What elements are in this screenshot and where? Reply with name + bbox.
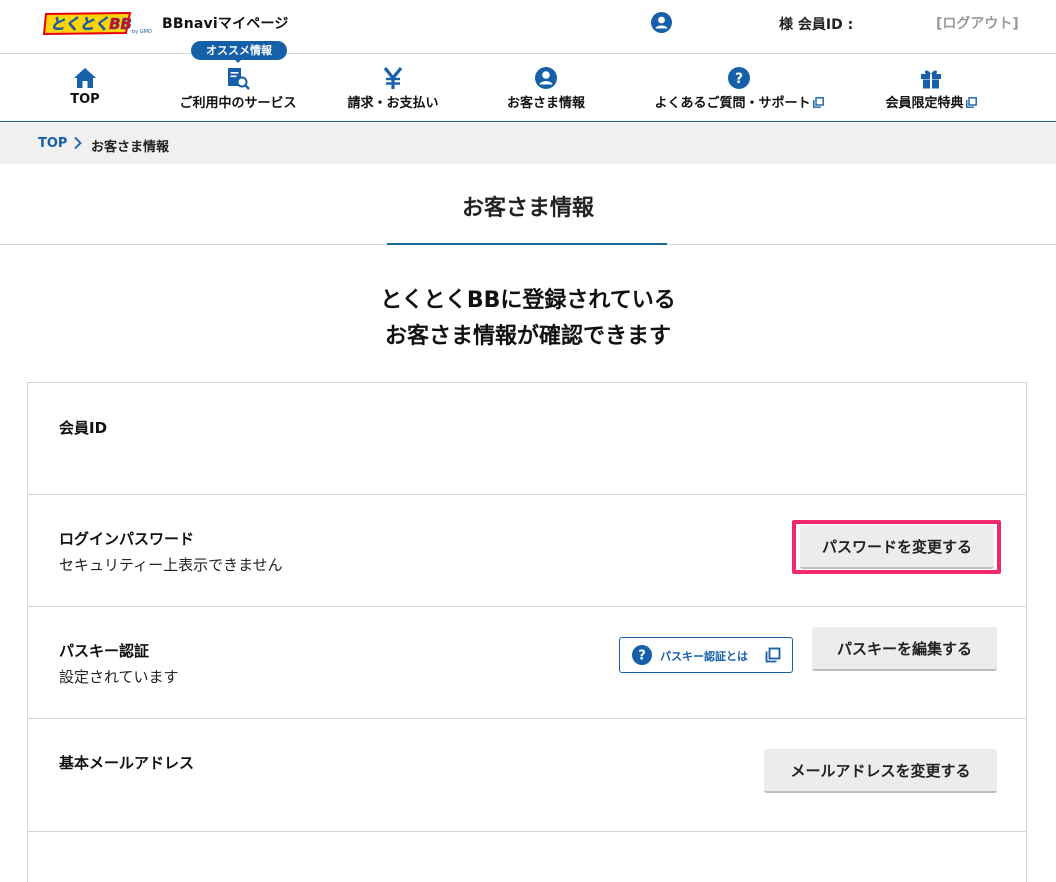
logo-sub: by GMO bbox=[132, 29, 152, 35]
question-icon: ? bbox=[632, 645, 652, 665]
passkey-help-link[interactable]: ? パスキー認証とは bbox=[619, 637, 793, 673]
question-icon: ? bbox=[727, 66, 751, 90]
tokutoku-bb-logo[interactable]: とくとくBB by GMO bbox=[42, 10, 158, 36]
passkey-label: パスキー認証 bbox=[59, 642, 150, 660]
nav-item-top[interactable]: TOP bbox=[55, 54, 115, 122]
nav-label-member-benefits: 会員限定特典 bbox=[885, 96, 964, 111]
nav-item-member-benefits[interactable]: 会員限定特典 bbox=[875, 54, 987, 122]
breadcrumb-current: お客さま情報 bbox=[91, 140, 170, 155]
site-header: とくとくBB by GMO BBnaviマイページ 様 会員ID : [ログアウ… bbox=[0, 0, 1056, 54]
member-id-label: 様 会員ID : bbox=[779, 17, 854, 33]
nav-item-billing[interactable]: 請求・お支払い bbox=[335, 54, 451, 122]
nav-item-services[interactable]: ご利用中のサービス bbox=[165, 54, 311, 122]
yen-icon bbox=[381, 66, 405, 90]
member-id-label: 会員ID bbox=[59, 419, 108, 437]
user-icon bbox=[534, 66, 558, 90]
nav-label-top: TOP bbox=[70, 92, 100, 107]
nav-label-faq-support: よくあるご質問・サポート bbox=[654, 96, 811, 111]
email-label: 基本メールアドレス bbox=[59, 754, 195, 772]
nav-label-faq-wrap: よくあるご質問・サポート bbox=[640, 92, 838, 111]
external-link-icon bbox=[965, 97, 977, 108]
customer-info-panel: 会員ID ログインパスワード セキュリティー上表示できません パスキー認証 設定… bbox=[27, 382, 1027, 882]
change-password-button[interactable]: パスワードを変更する bbox=[800, 525, 994, 569]
breadcrumb-top-link[interactable]: TOP bbox=[38, 136, 67, 151]
svg-text:?: ? bbox=[735, 71, 743, 87]
lead-text-line1: とくとくBBに登録されている bbox=[380, 288, 676, 313]
passkey-value: 設定されています bbox=[59, 668, 179, 686]
nav-item-customer-info[interactable]: お客さま情報 bbox=[490, 54, 602, 122]
logo-wordmark: とくとくBB bbox=[50, 15, 132, 33]
breadcrumb: TOP お客さま情報 bbox=[0, 123, 1056, 164]
svg-text:?: ? bbox=[638, 649, 646, 664]
logout-link[interactable]: [ログアウト] bbox=[936, 13, 1019, 33]
user-icon bbox=[651, 12, 672, 33]
gift-icon bbox=[919, 66, 943, 90]
lead-text-line2: お客さま情報が確認できます bbox=[384, 324, 671, 349]
badge-pointer bbox=[233, 58, 243, 63]
page-title: お客さま情報 bbox=[461, 196, 594, 221]
nav-label-billing: 請求・お支払い bbox=[347, 96, 439, 111]
change-email-button[interactable]: メールアドレスを変更する bbox=[764, 749, 997, 793]
global-nav: TOP ご利用中のサービス 請求・お支払い お客さま情報 ? よくあるご質問・サ… bbox=[0, 54, 1056, 122]
external-link-icon bbox=[812, 97, 824, 108]
nav-label-services: ご利用中のサービス bbox=[179, 96, 297, 111]
passkey-help-text: パスキー認証とは bbox=[660, 650, 748, 663]
external-link-icon bbox=[765, 647, 781, 663]
nav-item-faq-support[interactable]: ? よくあるご質問・サポート bbox=[640, 54, 838, 122]
chevron-right-icon bbox=[74, 136, 82, 150]
nav-label-customer-info: お客さま情報 bbox=[506, 96, 585, 111]
nav-label-benefits-wrap: 会員限定特典 bbox=[875, 92, 987, 111]
password-label: ログインパスワード bbox=[59, 530, 195, 548]
title-accent-bar bbox=[387, 243, 667, 245]
app-title: BBnaviマイページ bbox=[162, 16, 289, 32]
member-id-row: 会員ID bbox=[28, 383, 1026, 495]
edit-passkey-button[interactable]: パスキーを編集する bbox=[812, 627, 997, 671]
home-icon bbox=[73, 66, 97, 90]
password-value: セキュリティー上表示できません bbox=[59, 556, 283, 574]
service-search-icon bbox=[226, 66, 250, 90]
